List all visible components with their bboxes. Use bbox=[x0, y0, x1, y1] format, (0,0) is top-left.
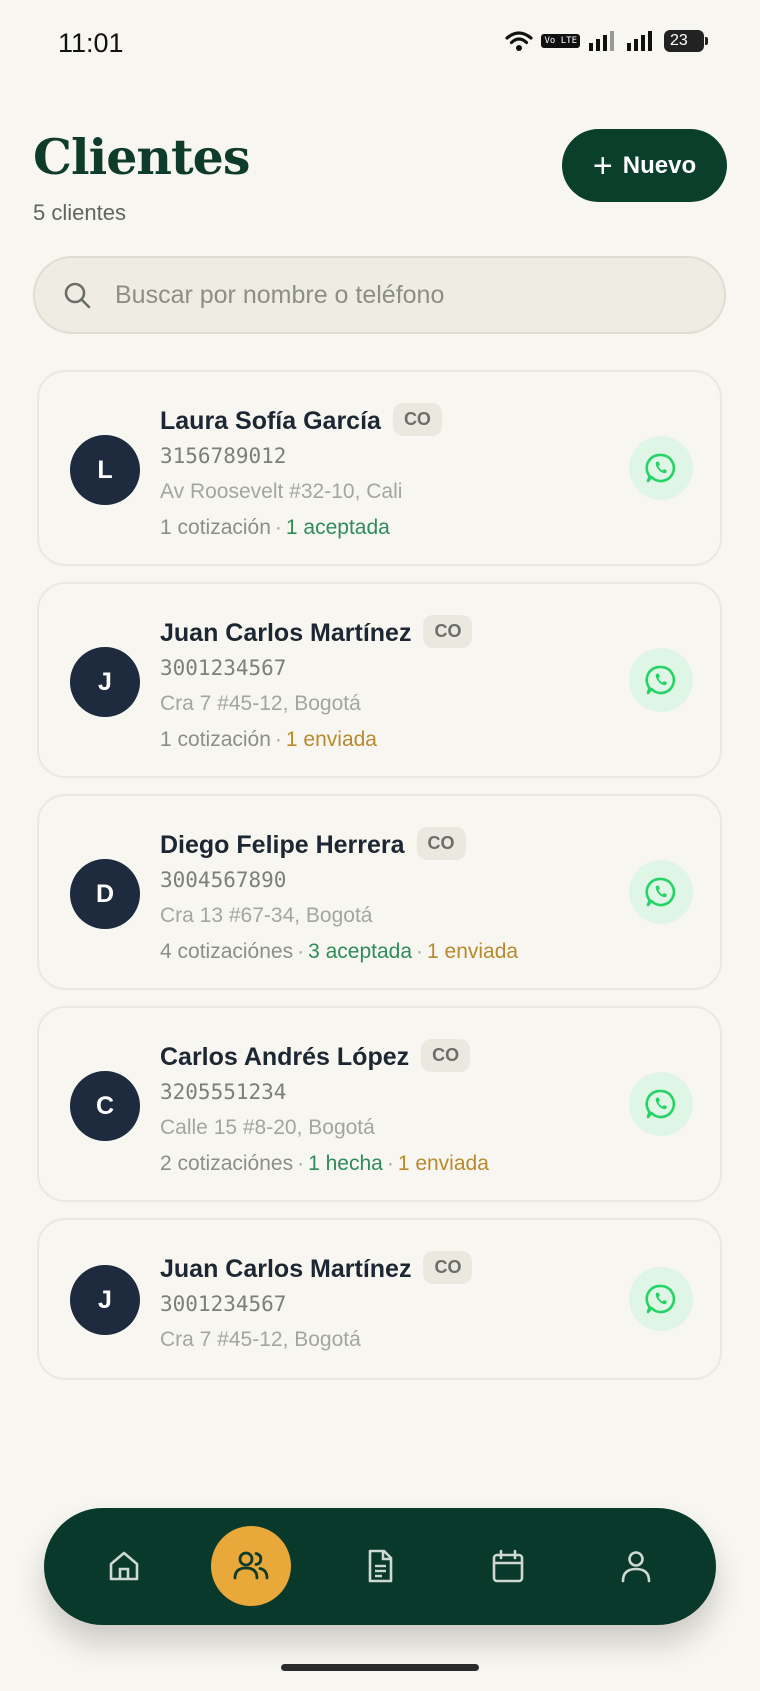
whatsapp-icon bbox=[645, 1089, 676, 1119]
country-badge: CO bbox=[392, 403, 442, 436]
nav-clients[interactable] bbox=[211, 1526, 291, 1606]
quote-count: 1 cotización bbox=[160, 516, 271, 539]
avatar: D bbox=[70, 859, 140, 929]
country-badge: CO bbox=[416, 827, 466, 860]
quote-summary: 1 cotización · 1 aceptada bbox=[160, 516, 390, 539]
quote-count: 4 cotizaciónes bbox=[160, 940, 294, 963]
client-name: Juan Carlos Martínez CO bbox=[160, 615, 473, 651]
new-client-button[interactable]: + Nuevo bbox=[562, 129, 727, 202]
battery-icon: 23 bbox=[664, 30, 708, 52]
page-title: Clientes bbox=[33, 128, 250, 186]
calendar-icon bbox=[492, 1549, 524, 1583]
quote-sent: 1 enviada bbox=[285, 728, 377, 751]
quote-accepted: 1 aceptada bbox=[285, 516, 390, 539]
client-name-text: Diego Felipe Herrera bbox=[160, 831, 405, 860]
whatsapp-button[interactable] bbox=[629, 860, 693, 924]
home-indicator[interactable] bbox=[281, 1664, 479, 1671]
quote-count: 1 cotización bbox=[160, 728, 271, 751]
status-icons: Vo LTE 23 bbox=[505, 30, 708, 52]
quote-summary: 1 cotización · 1 enviada bbox=[160, 728, 377, 751]
quote-summary: 4 cotizaciónes · 3 aceptada · 1 enviada bbox=[160, 940, 519, 963]
client-phone: 3004567890 bbox=[160, 868, 287, 892]
whatsapp-icon bbox=[645, 665, 676, 695]
whatsapp-button[interactable] bbox=[629, 1267, 693, 1331]
clients-icon bbox=[233, 1551, 269, 1580]
status-bar: 11:01 Vo LTE 23 bbox=[0, 0, 760, 90]
client-name-text: Juan Carlos Martínez bbox=[160, 1255, 412, 1284]
client-card[interactable]: J Juan Carlos Martínez CO 3001234567 Cra … bbox=[37, 1218, 722, 1380]
nav-home[interactable] bbox=[84, 1526, 164, 1606]
whatsapp-button[interactable] bbox=[629, 648, 693, 712]
country-badge: CO bbox=[423, 1251, 473, 1284]
client-phone: 3205551234 bbox=[160, 1080, 287, 1104]
search-icon bbox=[64, 282, 91, 309]
whatsapp-button[interactable] bbox=[629, 1072, 693, 1136]
avatar: J bbox=[70, 647, 140, 717]
nav-quotes[interactable] bbox=[340, 1526, 420, 1606]
search-bar[interactable] bbox=[33, 256, 726, 334]
search-input[interactable] bbox=[113, 279, 677, 311]
client-address: Calle 15 #8-20, Bogotá bbox=[160, 1116, 375, 1139]
client-name-text: Carlos Andrés López bbox=[160, 1043, 410, 1072]
country-badge: CO bbox=[421, 1039, 471, 1072]
quote-sent: 1 enviada bbox=[427, 940, 519, 963]
profile-icon bbox=[621, 1551, 651, 1583]
client-phone: 3001234567 bbox=[160, 1292, 287, 1316]
client-card[interactable]: D Diego Felipe Herrera CO 3004567890 Cra … bbox=[37, 794, 722, 990]
country-badge: CO bbox=[423, 615, 473, 648]
whatsapp-icon bbox=[645, 877, 676, 907]
quote-done: 1 hecha bbox=[308, 1152, 383, 1175]
document-icon bbox=[368, 1549, 393, 1583]
new-button-label: Nuevo bbox=[622, 151, 697, 179]
client-address: Av Roosevelt #32-10, Cali bbox=[160, 480, 403, 503]
volte-icon: Vo LTE bbox=[541, 34, 580, 48]
whatsapp-icon bbox=[645, 1284, 676, 1314]
quote-accepted: 3 aceptada bbox=[308, 940, 413, 963]
plus-icon: + bbox=[592, 146, 613, 185]
client-count: 5 clientes bbox=[33, 200, 126, 225]
client-name: Juan Carlos Martínez CO bbox=[160, 1251, 473, 1287]
quote-count: 2 cotizaciónes bbox=[160, 1152, 294, 1175]
client-name: Carlos Andrés López CO bbox=[160, 1039, 471, 1075]
avatar: C bbox=[70, 1071, 140, 1141]
client-phone: 3001234567 bbox=[160, 656, 287, 680]
wifi-icon bbox=[505, 31, 534, 51]
whatsapp-button[interactable] bbox=[629, 436, 693, 500]
whatsapp-icon bbox=[645, 453, 676, 483]
quote-summary: 2 cotizaciónes · 1 hecha · 1 enviada bbox=[160, 1152, 489, 1175]
avatar: J bbox=[70, 1265, 140, 1335]
client-name: Laura Sofía García CO bbox=[160, 403, 442, 439]
nav-calendar[interactable] bbox=[468, 1526, 548, 1606]
client-card[interactable]: J Juan Carlos Martínez CO 3001234567 Cra … bbox=[37, 582, 722, 778]
home-icon bbox=[109, 1551, 139, 1581]
bottom-nav bbox=[44, 1508, 716, 1625]
client-name-text: Laura Sofía García bbox=[160, 407, 381, 436]
status-time: 11:01 bbox=[58, 28, 124, 58]
client-address: Cra 13 #67-34, Bogotá bbox=[160, 904, 373, 927]
client-card[interactable]: L Laura Sofía García CO 3156789012 Av Roo… bbox=[37, 370, 722, 566]
signal-icon-2 bbox=[627, 31, 652, 51]
nav-profile[interactable] bbox=[596, 1526, 676, 1606]
avatar: L bbox=[70, 435, 140, 505]
client-phone: 3156789012 bbox=[160, 444, 287, 468]
signal-icon bbox=[589, 31, 614, 51]
client-address: Cra 7 #45-12, Bogotá bbox=[160, 692, 361, 715]
client-name-text: Juan Carlos Martínez bbox=[160, 619, 412, 648]
quote-sent: 1 enviada bbox=[397, 1152, 489, 1175]
client-card[interactable]: C Carlos Andrés López CO 3205551234 Calle… bbox=[37, 1006, 722, 1202]
client-name: Diego Felipe Herrera CO bbox=[160, 827, 466, 863]
client-address: Cra 7 #45-12, Bogotá bbox=[160, 1328, 361, 1351]
